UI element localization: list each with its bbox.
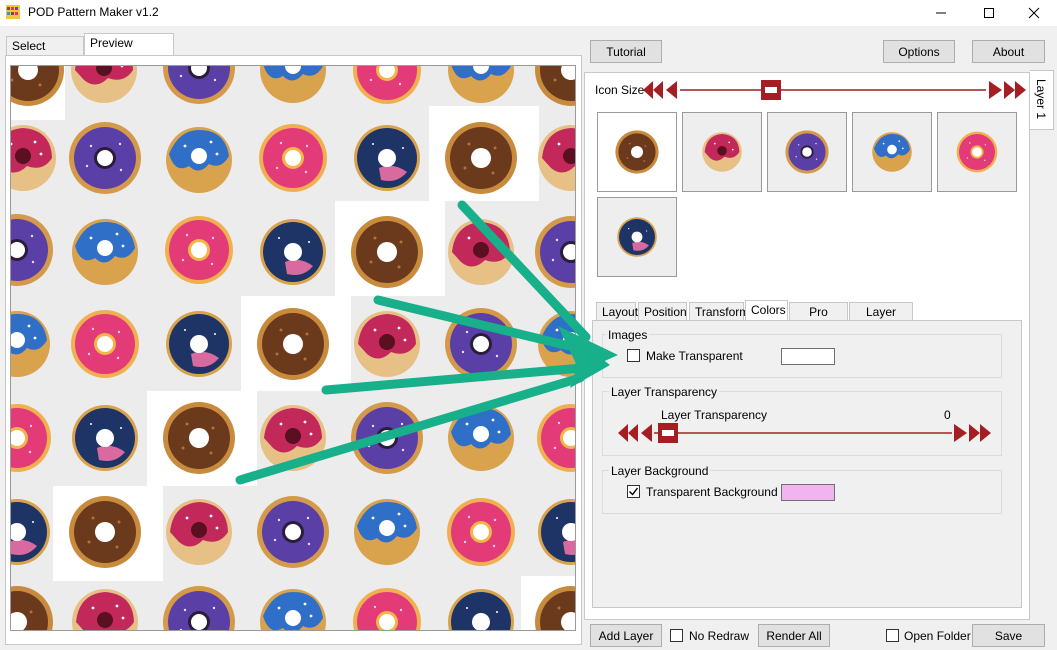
tab-position[interactable]: Position	[638, 302, 687, 321]
no-redraw-label: No Redraw	[689, 629, 750, 643]
tab-preview-pattern[interactable]: Preview Pattern	[84, 33, 174, 69]
render-all-button[interactable]: Render All	[758, 624, 830, 647]
icon-size-slider[interactable]	[640, 78, 1030, 102]
images-group-label: Images	[606, 328, 650, 342]
make-transparent-label: Make Transparent	[646, 349, 743, 363]
open-folder-checkbox[interactable]	[886, 629, 899, 642]
right-arrow-icon[interactable]	[989, 81, 1002, 99]
title-bar: POD Pattern Maker v1.2	[0, 0, 1057, 26]
no-redraw-checkbox[interactable]	[670, 629, 683, 642]
checkmark-icon	[629, 487, 639, 496]
background-color-swatch[interactable]	[781, 484, 835, 501]
tutorial-button[interactable]: Tutorial	[590, 40, 662, 63]
double-right-arrow-icon[interactable]	[969, 424, 991, 442]
maximize-button[interactable]	[966, 0, 1012, 26]
icon-size-label: Icon Size	[595, 83, 645, 97]
donut-image	[702, 132, 742, 172]
double-left-arrow-icon[interactable]	[643, 81, 663, 99]
pattern-canvas[interactable]	[10, 65, 576, 631]
thumbnail-blue-donut[interactable]	[852, 112, 932, 192]
save-button[interactable]: Save	[972, 624, 1045, 647]
tab-layer-tools[interactable]: Layer Tools	[849, 302, 913, 337]
tab-select-images[interactable]: Select Images	[6, 36, 84, 72]
thumbnail-pink-donut[interactable]	[937, 112, 1017, 192]
left-arrow-icon[interactable]	[666, 81, 677, 99]
slider-thumb[interactable]	[761, 80, 781, 100]
thumbnail-purple-donut[interactable]	[767, 112, 847, 192]
donut-image	[785, 130, 829, 174]
slider-thumb[interactable]	[658, 423, 678, 443]
window-title: POD Pattern Maker v1.2	[28, 5, 159, 19]
about-button[interactable]: About	[972, 40, 1045, 63]
tab-colors[interactable]: Colors	[745, 300, 788, 321]
make-transparent-checkbox[interactable]	[627, 349, 640, 362]
transparent-background-checkbox[interactable]	[627, 485, 640, 498]
layer-transparency-label: Layer Transparency	[661, 408, 768, 422]
layer-tab-label: Layer 1	[1034, 79, 1048, 120]
open-folder-label: Open Folder	[904, 629, 971, 643]
app-icon	[6, 5, 20, 19]
close-icon	[1028, 7, 1040, 19]
minimize-icon	[936, 12, 946, 14]
left-arrow-icon[interactable]	[641, 424, 652, 442]
right-arrow-icon[interactable]	[954, 424, 967, 442]
options-button[interactable]: Options	[883, 40, 955, 63]
double-right-arrow-icon[interactable]	[1004, 81, 1026, 99]
thumbnail-galaxy-donut[interactable]	[597, 197, 677, 277]
layer-transparency-group-label: Layer Transparency	[609, 385, 720, 399]
add-layer-button[interactable]: Add Layer	[590, 624, 662, 647]
donut-image	[617, 217, 657, 257]
transparent-color-swatch[interactable]	[781, 348, 835, 365]
maximize-icon	[984, 8, 994, 18]
thumbnail-raspberry-donut[interactable]	[682, 112, 762, 192]
donut-image	[956, 131, 998, 173]
layer-transparency-value: 0	[944, 408, 951, 422]
tab-layer-1[interactable]: Layer 1	[1030, 70, 1054, 130]
transparent-background-label: Transparent Background	[646, 485, 778, 499]
layer-background-group-label: Layer Background	[609, 464, 711, 478]
layer-transparency-slider[interactable]	[616, 421, 994, 445]
thumbnail-chocolate-donut[interactable]	[597, 112, 677, 192]
tab-layout[interactable]: Layout	[596, 302, 638, 321]
tab-transform[interactable]: Transform	[689, 302, 749, 321]
minimize-button[interactable]	[918, 0, 964, 26]
donut-image	[872, 132, 912, 172]
double-left-arrow-icon[interactable]	[618, 424, 638, 442]
donut-pattern-image	[11, 66, 575, 630]
close-button[interactable]	[1011, 0, 1057, 26]
tab-pro-colors[interactable]: Pro Colors	[789, 302, 848, 337]
donut-image	[615, 130, 659, 174]
